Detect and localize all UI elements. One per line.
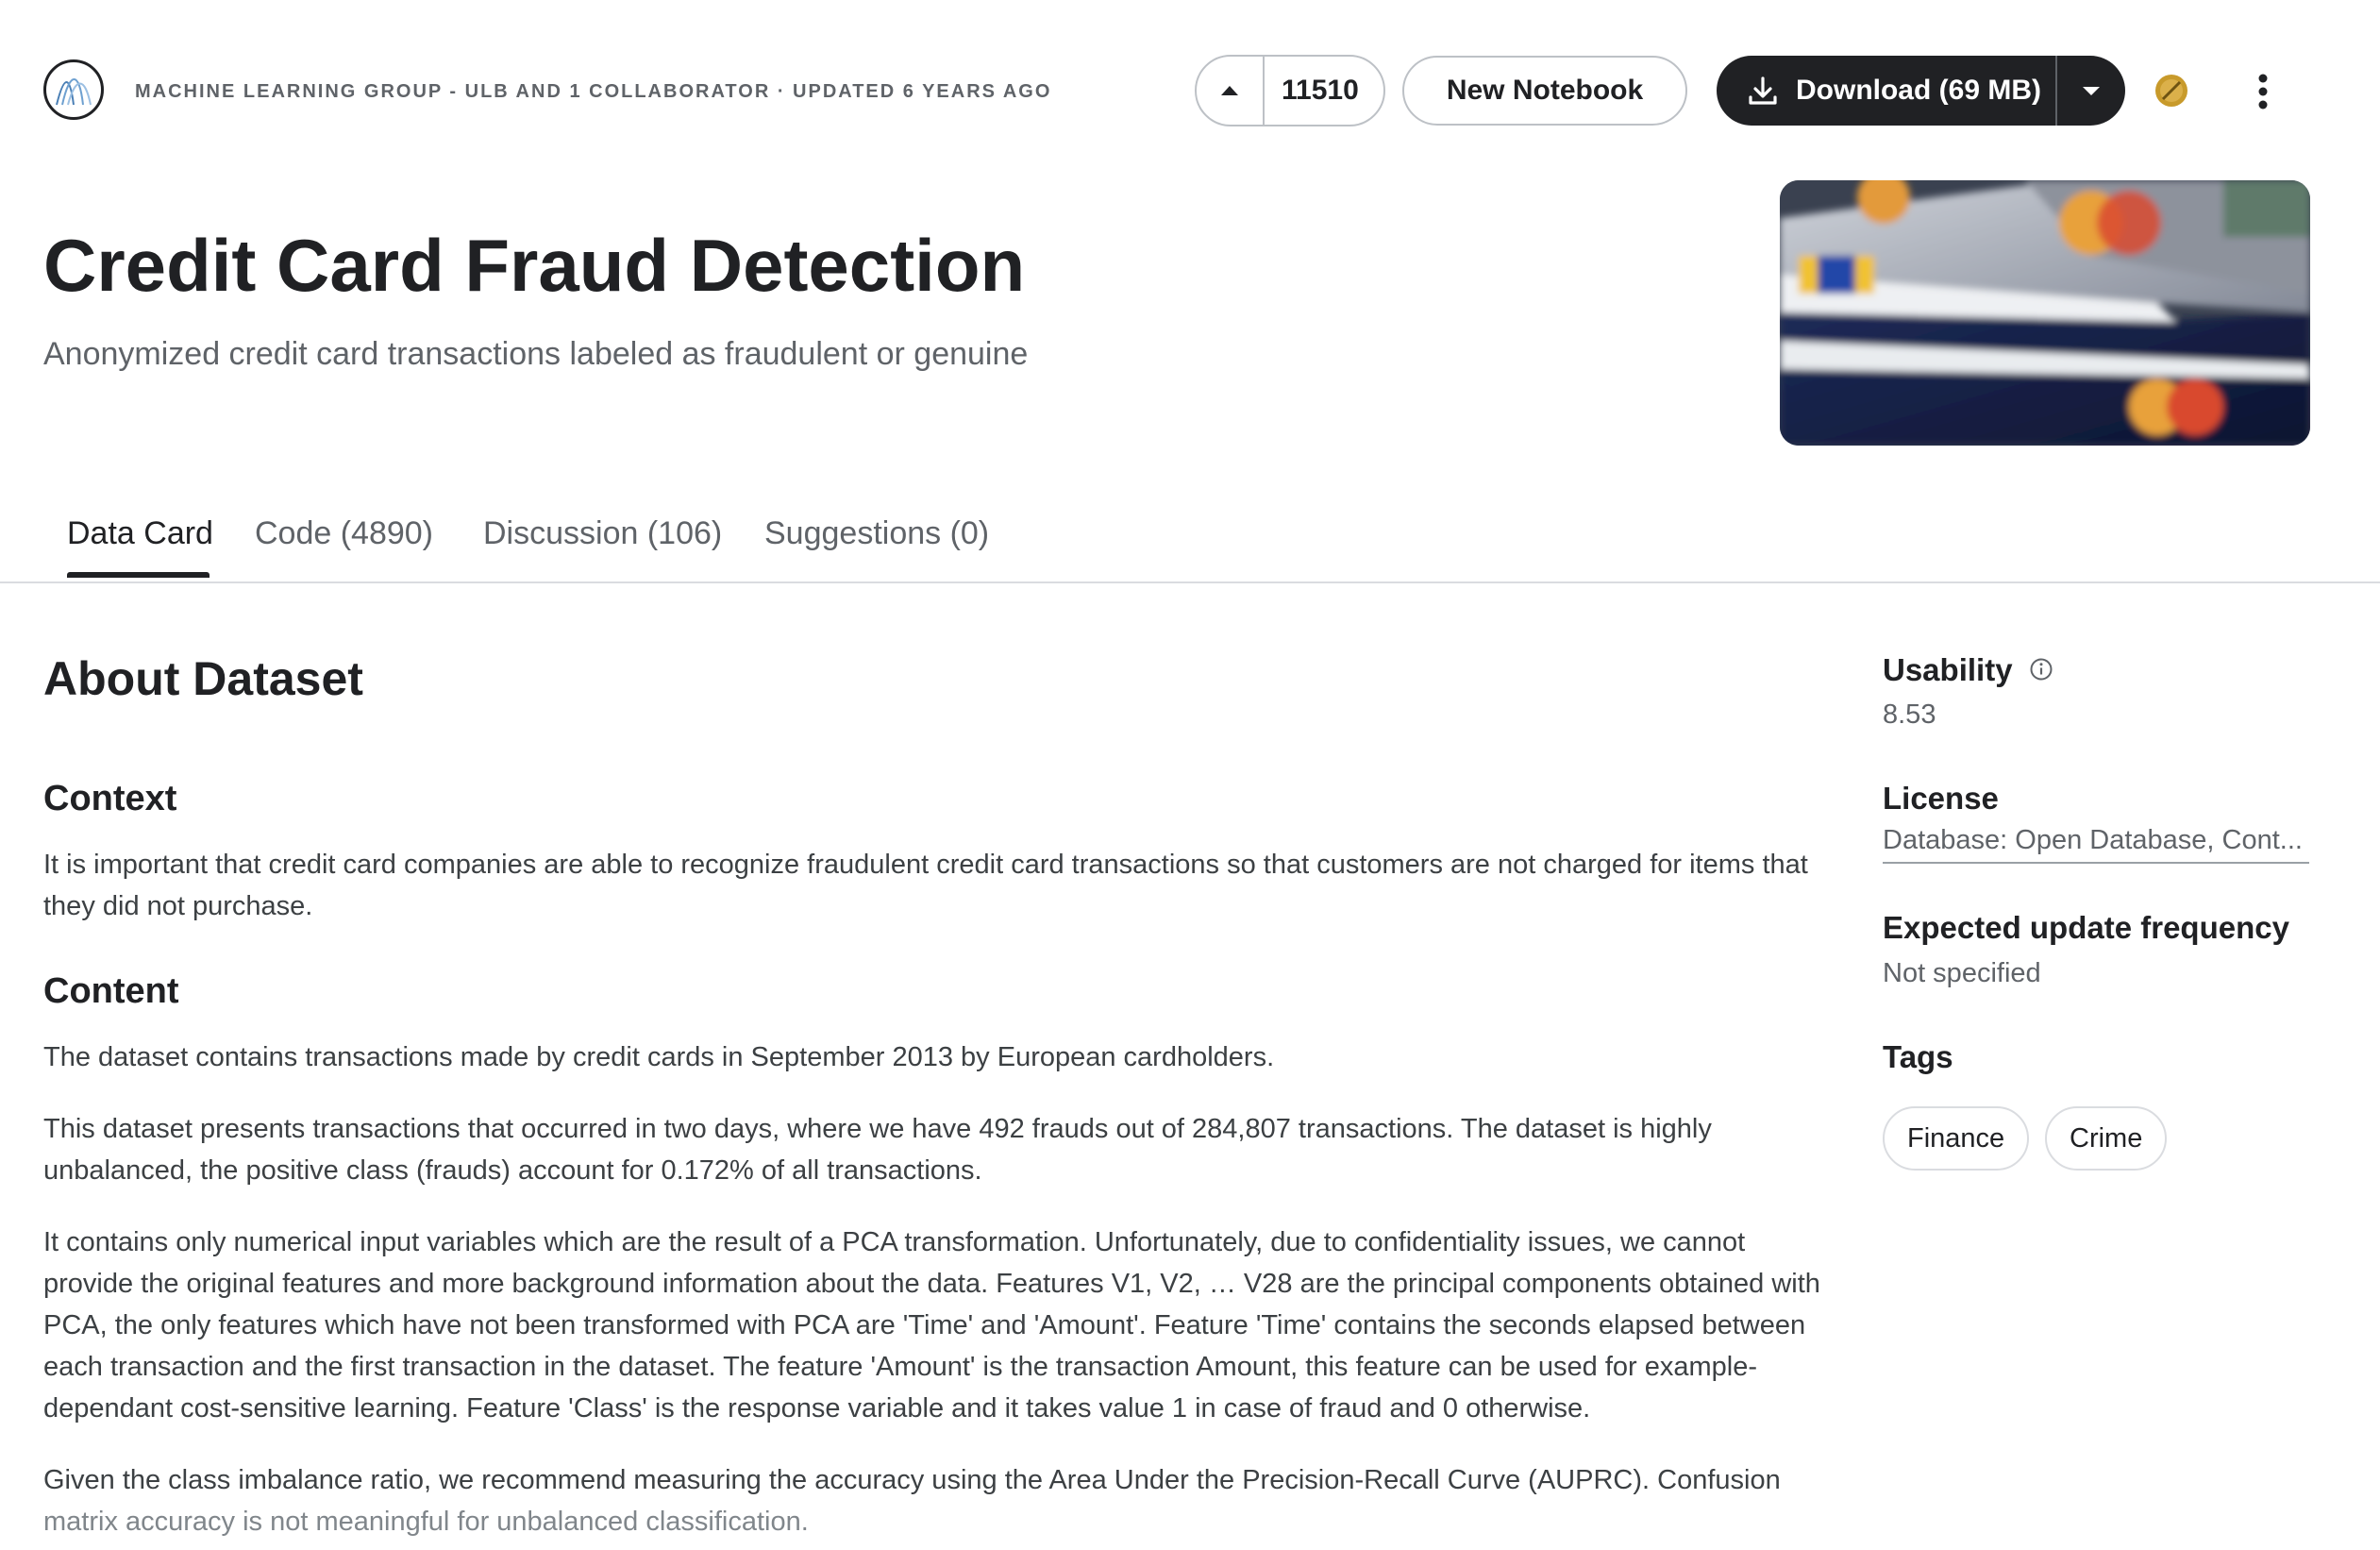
download-options-button[interactable] [2057, 56, 2125, 126]
tab-suggestions[interactable]: Suggestions (0) [764, 515, 989, 552]
download-button[interactable]: Download (69 MB) [1717, 56, 2055, 126]
vote-count: 11510 [1265, 75, 1383, 107]
license-label: License [1883, 781, 1999, 817]
upvote-button[interactable] [1197, 57, 1265, 125]
content-paragraph-2: This dataset presents transactions that … [43, 1108, 1827, 1191]
content-paragraph-4: Given the class imbalance ratio, we reco… [43, 1459, 1827, 1542]
tag-finance[interactable]: Finance [1883, 1106, 2029, 1171]
download-button-group: Download (69 MB) [1717, 56, 2125, 126]
more-vertical-icon [2257, 73, 2269, 110]
license-link[interactable]: Database: Open Database, Cont... [1883, 825, 2309, 864]
content-heading: Content [43, 971, 179, 1012]
ulb-logo-icon[interactable] [43, 59, 104, 120]
dataset-subtitle: Anonymized credit card transactions labe… [43, 336, 1028, 373]
update-frequency-label: Expected update frequency [1883, 910, 2289, 946]
content-paragraph-3: It contains only numerical input variabl… [43, 1221, 1827, 1429]
tab-bar: Data Card Code (4890) Discussion (106) S… [0, 491, 2380, 583]
vote-group: 11510 [1195, 55, 1385, 126]
new-notebook-button[interactable]: New Notebook [1402, 56, 1687, 126]
more-options-button[interactable] [2244, 68, 2282, 115]
about-dataset-heading: About Dataset [43, 651, 363, 706]
active-tab-indicator [67, 572, 210, 578]
content-paragraph-1: The dataset contains transactions made b… [43, 1036, 1827, 1078]
context-heading: Context [43, 779, 176, 819]
info-icon[interactable] [2029, 657, 2053, 682]
download-label: Download (69 MB) [1796, 75, 2041, 107]
tab-data-card[interactable]: Data Card [67, 515, 213, 552]
upvote-arrow-icon [1219, 84, 1240, 97]
download-icon [1747, 75, 1779, 107]
dataset-title: Credit Card Fraud Detection [43, 223, 1025, 309]
usability-value: 8.53 [1883, 699, 1936, 731]
tags-label: Tags [1883, 1039, 1953, 1075]
update-frequency-value: Not specified [1883, 958, 2041, 989]
content-paragraph-4-line-1: Given the class imbalance ratio, we reco… [43, 1465, 1781, 1495]
medal-icon[interactable] [2154, 73, 2189, 109]
chevron-down-icon [2081, 85, 2102, 96]
context-text: It is important that credit card compani… [43, 844, 1827, 927]
tab-discussion[interactable]: Discussion (106) [483, 515, 722, 552]
content-paragraph-4-line-2: matrix accuracy is not meaningful for un… [43, 1507, 809, 1537]
usability-label: Usability [1883, 652, 2013, 688]
dataset-page: MACHINE LEARNING GROUP - ULB AND 1 COLLA… [0, 0, 2380, 1550]
tab-code[interactable]: Code (4890) [255, 515, 433, 552]
tag-crime[interactable]: Crime [2045, 1106, 2167, 1171]
owner-line[interactable]: MACHINE LEARNING GROUP - ULB AND 1 COLLA… [135, 81, 1051, 103]
dataset-cover-image [1780, 180, 2310, 446]
